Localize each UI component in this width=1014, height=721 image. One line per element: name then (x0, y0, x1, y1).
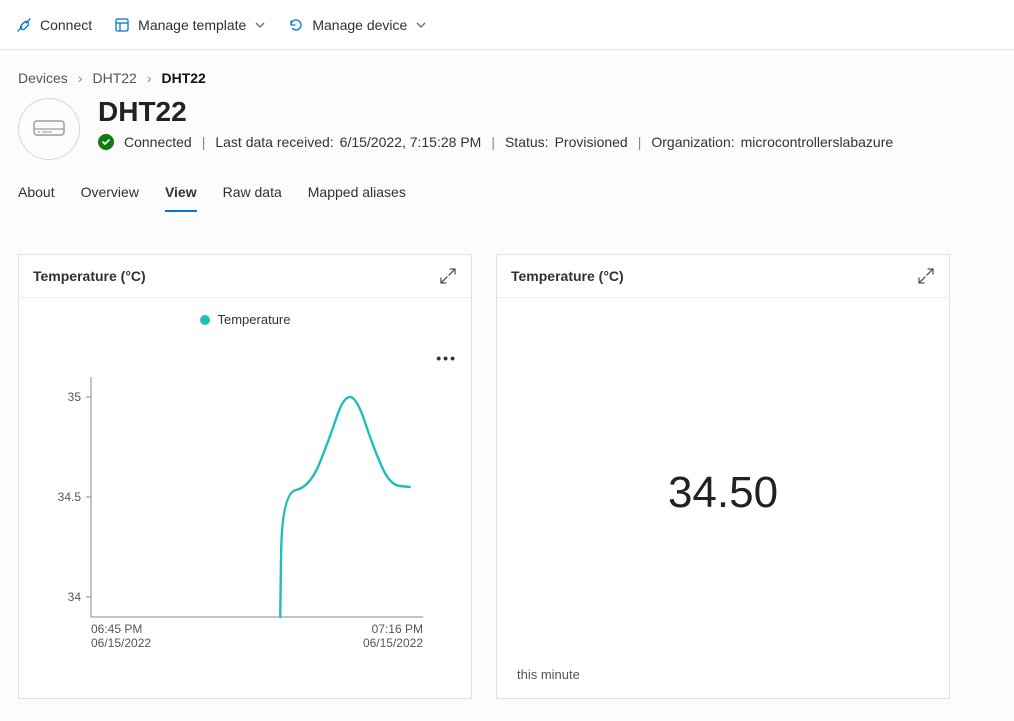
card-header: Temperature (°C) (19, 255, 471, 298)
last-data-label: Last data received: (215, 134, 333, 150)
temperature-line-chart: 3434.53506:45 PM06/15/202207:16 PM06/15/… (35, 367, 435, 657)
breadcrumb-separator: › (78, 70, 83, 86)
svg-text:06:45 PM: 06:45 PM (91, 622, 142, 636)
status-value: Provisioned (555, 134, 628, 150)
card-temperature-chart: Temperature (°C) Temperature ••• 34 34.5 3… (18, 254, 472, 699)
svg-text:34.5: 34.5 (58, 490, 82, 504)
manage-template-button[interactable]: Manage template (114, 17, 266, 33)
card-body: Temperature ••• 3434.53506:45 PM06/15/20… (19, 298, 471, 698)
svg-text:34: 34 (68, 590, 82, 604)
tab-mapped-aliases[interactable]: Mapped aliases (308, 184, 406, 212)
expand-icon[interactable] (439, 267, 457, 285)
tab-raw-data[interactable]: Raw data (223, 184, 282, 212)
kpi-subtitle: this minute (517, 667, 580, 682)
org-label: Organization: (651, 134, 734, 150)
manage-device-label: Manage device (312, 17, 407, 33)
card-temperature-kpi: Temperature (°C) 34.50 this minute (496, 254, 950, 699)
device-icon (32, 118, 66, 140)
card-row: Temperature (°C) Temperature ••• 34 34.5 3… (0, 212, 1014, 719)
svg-text:07:16 PM: 07:16 PM (372, 622, 423, 636)
tabs: About Overview View Raw data Mapped alia… (0, 168, 1014, 212)
template-icon (114, 17, 130, 33)
svg-text:35: 35 (68, 390, 82, 404)
breadcrumb-current: DHT22 (162, 70, 206, 86)
page-title: DHT22 (98, 96, 893, 128)
card-header: Temperature (°C) (497, 255, 949, 298)
svg-text:06/15/2022: 06/15/2022 (363, 636, 423, 650)
command-bar: Connect Manage template Manage device (0, 0, 1014, 50)
kpi-value: 34.50 (507, 468, 939, 518)
connect-button[interactable]: Connect (16, 17, 92, 33)
status-ok-icon (98, 134, 114, 150)
refresh-icon (288, 17, 304, 33)
chevron-down-icon (415, 19, 427, 31)
breadcrumb-item-template[interactable]: DHT22 (92, 70, 136, 86)
more-icon[interactable]: ••• (436, 350, 457, 366)
last-data-value: 6/15/2022, 7:15:28 PM (340, 134, 482, 150)
device-header: DHT22 Connected | Last data received: 6/… (0, 96, 1014, 168)
manage-device-button[interactable]: Manage device (288, 17, 427, 33)
tab-about[interactable]: About (18, 184, 55, 212)
breadcrumb: Devices › DHT22 › DHT22 (0, 50, 1014, 96)
connect-label: Connect (40, 17, 92, 33)
manage-template-label: Manage template (138, 17, 246, 33)
chart-legend: Temperature (29, 312, 461, 327)
expand-icon[interactable] (917, 267, 935, 285)
breadcrumb-item-devices[interactable]: Devices (18, 70, 68, 86)
plug-icon (16, 17, 32, 33)
legend-label: Temperature (218, 312, 291, 327)
card-title: Temperature (°C) (33, 268, 146, 284)
card-title: Temperature (°C) (511, 268, 624, 284)
connected-label: Connected (124, 134, 192, 150)
tab-overview[interactable]: Overview (81, 184, 139, 212)
status-label: Status: (505, 134, 549, 150)
chevron-down-icon (254, 19, 266, 31)
tab-view[interactable]: View (165, 184, 197, 212)
device-avatar (18, 98, 80, 160)
legend-dot (200, 315, 210, 325)
card-body: 34.50 this minute (497, 298, 949, 698)
breadcrumb-separator: › (147, 70, 152, 86)
org-value: microcontrollerslabazure (741, 134, 894, 150)
status-row: Connected | Last data received: 6/15/202… (98, 134, 893, 150)
svg-text:06/15/2022: 06/15/2022 (91, 636, 151, 650)
